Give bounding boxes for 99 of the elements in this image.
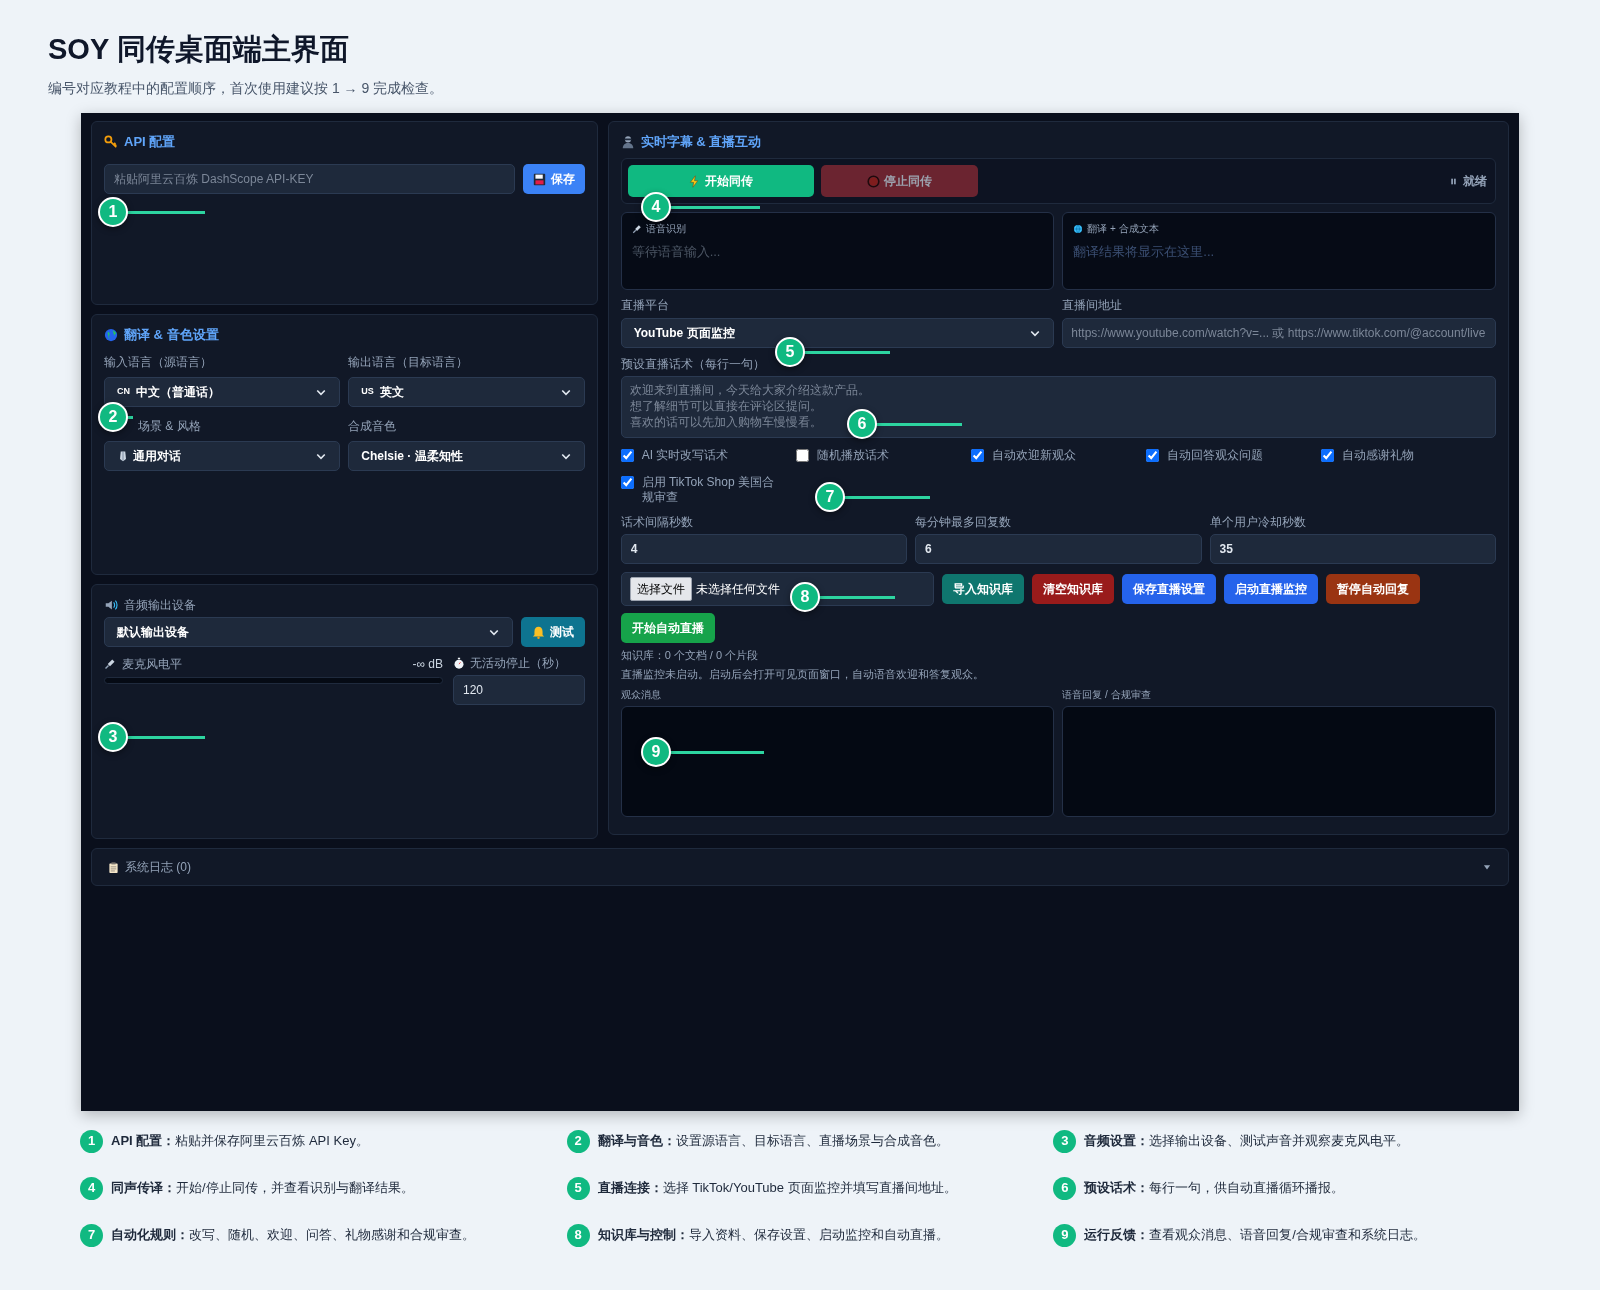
field-label: 每分钟最多回复数	[915, 514, 1013, 530]
checkbox[interactable]	[795, 449, 809, 462]
globe-icon	[104, 328, 118, 342]
action-button[interactable]: 保存直播设置	[1121, 574, 1216, 604]
idle-stop-label: 无活动停止（秒）	[470, 655, 566, 671]
legend-text: 预设话术：每行一句，供自动直播循环播报。	[1084, 1179, 1345, 1198]
status-text: 就绪	[1463, 173, 1487, 190]
bell-icon	[531, 625, 545, 639]
field-label: 直播间地址	[1062, 297, 1124, 313]
step-badge: 5	[566, 1176, 590, 1200]
step-badge: 6	[1053, 1176, 1077, 1200]
api-key-field[interactable]: 粘贴阿里云百炼 DashScope API-KEY	[104, 164, 515, 194]
page-subtitle: 编号对应教程中的配置顺序，首次使用建议按 1 → 9 完成检查。	[48, 79, 445, 98]
stopwatch-icon	[453, 657, 465, 669]
legend-text: 直播连接：选择 TikTok/YouTube 页面监控并填写直播间地址。	[597, 1179, 957, 1198]
box-label: 语音回复 / 合规审查	[1062, 688, 1152, 702]
field-label: 预设直播话术（每行一句）	[620, 356, 766, 372]
field-label: 场景 & 风格	[138, 418, 201, 434]
step-badge: 9	[1053, 1223, 1077, 1247]
test-button[interactable]: 测试	[520, 617, 585, 647]
dropdown[interactable]: 通用对话	[104, 441, 341, 471]
step-badge: 3	[1053, 1129, 1077, 1153]
dropdown[interactable]: CN 中文（普通话）	[104, 377, 341, 407]
action-button[interactable]: 暂停自动回复	[1325, 574, 1420, 604]
action-button[interactable]: 启动直播监控	[1223, 574, 1318, 604]
number-field[interactable]: 35	[1209, 534, 1496, 564]
option-label: 自动回答观众问题	[1166, 448, 1263, 463]
placeholder-line: 喜欢的话可以先加入购物车慢慢看。	[629, 414, 822, 430]
field-label: 输入语言（源语言）	[104, 354, 212, 370]
choose-file-button[interactable]: 选择文件	[629, 577, 692, 601]
field-label: 话术间隔秒数	[620, 514, 694, 530]
box-label: 语音识别	[645, 222, 686, 236]
lightning-icon	[688, 174, 702, 188]
panel-title: 翻译 & 音色设置	[124, 326, 219, 345]
knowledge-status: 知识库：0 个文档 / 0 个片段	[620, 648, 760, 663]
mic-reading: -∞ dB	[412, 656, 443, 673]
flag-code: US	[361, 385, 374, 399]
system-log-bar[interactable]: 系统日志 (0)	[91, 848, 1509, 886]
globe-icon	[1073, 223, 1084, 234]
placeholder-text: 翻译结果将显示在这里...	[1073, 243, 1216, 261]
step-badge: 8	[566, 1223, 590, 1247]
option-label: 自动欢迎新观众	[991, 448, 1076, 463]
output-device-dropdown[interactable]: 默认输出设备	[104, 617, 513, 647]
step-badge: 1	[80, 1129, 103, 1153]
microphone-icon	[104, 658, 116, 670]
number-field[interactable]: 6	[915, 534, 1202, 564]
legend-text: API 配置：粘贴并保存阿里云百炼 API Key。	[111, 1132, 369, 1151]
log-label: 系统日志 (0)	[125, 859, 191, 876]
field-label: 单个用户冷却秒数	[1209, 514, 1307, 530]
idle-seconds-field[interactable]: 120	[453, 675, 585, 705]
action-button[interactable]: 清空知识库	[1031, 574, 1114, 604]
action-button[interactable]: 导入知识库	[941, 574, 1024, 604]
file-status: 未选择任何文件	[695, 581, 780, 598]
panel-title: 音频输出设备	[124, 597, 196, 614]
speaker-icon	[104, 598, 118, 612]
legend-text: 翻译与音色：设置源语言、目标语言、直播场景与合成音色。	[597, 1132, 949, 1151]
option-label: AI 实时改写话术	[641, 448, 729, 463]
person-icon	[620, 135, 635, 149]
panel-title: 实时字幕 & 直播互动	[640, 133, 762, 152]
room-url-field[interactable]: https://www.youtube.com/watch?v=... 或 https://www.tiktok.com/@account/live	[1062, 318, 1496, 348]
step-badge: 4	[80, 1176, 103, 1200]
field-label: 合成音色	[348, 418, 397, 434]
save-button[interactable]: 保存	[522, 164, 585, 194]
number-field[interactable]: 4	[620, 534, 908, 564]
checkbox[interactable]	[1320, 449, 1334, 462]
option-label: 随机播放话术	[816, 448, 889, 463]
checkbox[interactable]	[1145, 449, 1159, 462]
legend-text: 自动化规则：改写、随机、欢迎、问答、礼物感谢和合规审查。	[111, 1226, 475, 1245]
dropdown[interactable]: US 英文	[348, 377, 585, 407]
checkbox[interactable]	[970, 449, 984, 462]
clipboard-icon	[108, 861, 119, 873]
checkbox[interactable]	[620, 476, 634, 489]
panel-title: API 配置	[124, 133, 176, 152]
mic-level-label: 麦克风电平	[122, 656, 182, 672]
option-label: 启用 TikTok Shop 美国合规审查	[641, 475, 775, 505]
option-label: 自动感谢礼物	[1341, 448, 1414, 463]
placeholder-line: 想了解细节可以直接在评论区提问。	[629, 398, 822, 414]
legend-text: 运行反馈：查看观众消息、语音回复/合规审查和系统日志。	[1084, 1226, 1426, 1245]
field-label: 直播平台	[620, 297, 670, 313]
microphone-icon	[631, 223, 642, 234]
checkbox[interactable]	[620, 449, 634, 462]
step-badge: 7	[80, 1223, 103, 1247]
pause-icon	[1449, 176, 1458, 186]
caret-icon	[1482, 862, 1492, 872]
page-title: SOY 同传桌面端主界面	[48, 32, 350, 67]
legend-text: 同声传译：开始/停止同传，并查看识别与翻译结果。	[111, 1179, 414, 1198]
field-label: 输出语言（目标语言）	[348, 354, 469, 370]
dropdown[interactable]: Chelsie · 温柔知性	[348, 441, 585, 471]
flag-code: CN	[117, 385, 130, 399]
monitor-status: 直播监控未启动。启动后会打开可见页面窗口，自动语音欢迎和答复观众。	[620, 667, 985, 682]
box-label: 观众消息	[620, 688, 662, 702]
legend-text: 知识库与控制：导入资料、保存设置、启动监控和自动直播。	[597, 1226, 949, 1245]
placeholder-text: 等待语音输入...	[631, 243, 722, 261]
placeholder-line: 欢迎来到直播间，今天给大家介绍这款产品。	[629, 382, 870, 398]
box-label: 翻译 + 合成文本	[1087, 222, 1159, 236]
step-badge: 2	[566, 1129, 590, 1153]
legend-text: 音频设置：选择输出设备、测试声音并观察麦克风电平。	[1084, 1132, 1410, 1151]
key-icon	[104, 135, 118, 149]
stop-icon	[866, 174, 880, 188]
